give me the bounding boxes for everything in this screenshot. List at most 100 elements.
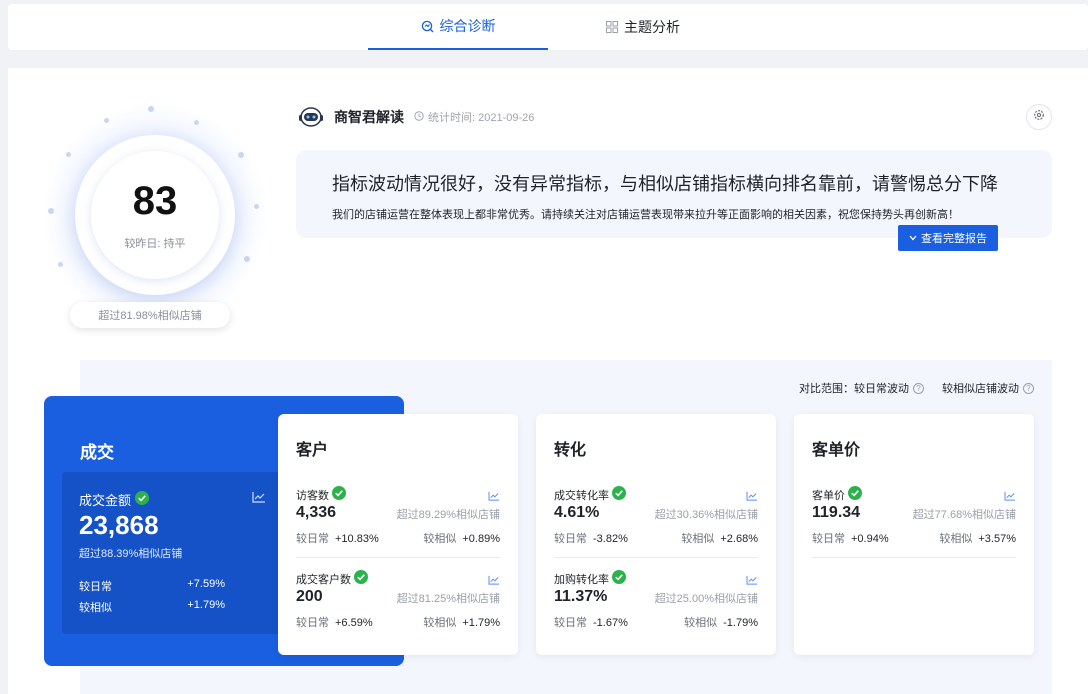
metric-name: 成交客户数	[296, 570, 368, 587]
view-full-report-button[interactable]: 查看完整报告	[898, 225, 998, 251]
metric-label: 访客数	[296, 489, 329, 502]
gauge-dot	[244, 256, 250, 262]
metric-similar: 较相似 +2.68%	[681, 530, 758, 546]
metric-exceed: 超过81.25%相似店铺	[396, 593, 500, 605]
compare-range-similar[interactable]: 较相似店铺波动 ?	[942, 380, 1034, 396]
metric-name: 访客数	[296, 486, 346, 503]
daily-label: 较日常	[296, 617, 329, 629]
daily-value: +0.94%	[851, 533, 889, 545]
metric-name: 客单价	[812, 486, 862, 503]
score-exceed-badge: 超过81.98%相似店铺	[70, 302, 230, 328]
metric-visitors[interactable]: 访客数 4,336 超过89.29%相似店铺 较日常 +10.83% 较相似 +0.…	[296, 484, 500, 558]
metric-similar: 较相似 +3.57%	[939, 530, 1016, 546]
metric-order-conversion[interactable]: 成交转化率 4.61% 超过30.36%相似店铺 较日常 -3.82% 较相似 +2…	[554, 484, 758, 558]
trend-chart-icon[interactable]	[488, 488, 500, 506]
compare-range-label: 对比范围：较日常波动	[799, 383, 909, 395]
tab-topic-analysis[interactable]: 主题分析	[553, 4, 733, 50]
gear-icon	[1033, 108, 1045, 126]
check-circle-icon	[135, 491, 150, 508]
chevron-down-icon	[909, 232, 917, 244]
similar-value: +3.57%	[978, 533, 1016, 545]
metric-label: 成交转化率	[554, 489, 609, 502]
tab-label: 主题分析	[624, 19, 680, 35]
metric-value: 4,336	[296, 504, 337, 521]
daily-label: 较日常	[296, 533, 329, 545]
check-circle-icon	[332, 486, 346, 503]
deal-metric-label: 成交金额	[79, 493, 132, 508]
deal-row-value: +7.59%	[187, 578, 225, 590]
metric-exceed: 超过25.00%相似店铺	[654, 593, 758, 605]
metric-avg-order-value[interactable]: 客单价 119.34 超过77.68%相似店铺 较日常 +0.94% 较相似 +3.…	[812, 484, 1016, 558]
similar-label: 较相似	[423, 617, 457, 629]
check-circle-icon	[612, 486, 626, 503]
avg-order-card: 客单价 客单价 119.34 超过77.68%相似店铺 较日常 +0.94% 较相…	[794, 414, 1034, 655]
daily-value: -3.82%	[593, 533, 628, 545]
compare-range-label: 较相似店铺波动	[942, 383, 1019, 395]
daily-label: 较日常	[554, 617, 587, 629]
metric-exceed: 超过30.36%相似店铺	[654, 509, 758, 521]
check-circle-icon	[848, 486, 862, 503]
score-compare: 较昨日: 持平	[124, 238, 186, 250]
deal-metric[interactable]: 成交金额 23,868 超过88.39%相似店铺 较日常 +7.59% 较相似 …	[62, 472, 298, 634]
similar-label: 较相似	[684, 617, 718, 629]
metric-value: 200	[296, 588, 323, 605]
gauge-center: 83 较昨日: 持平	[91, 151, 219, 279]
deal-row-label: 较日常	[79, 581, 112, 593]
deal-value: 23,868	[79, 510, 159, 540]
daily-value: +6.59%	[335, 617, 373, 629]
metric-similar: 较相似 +0.89%	[423, 530, 500, 546]
insight-headline: 指标波动情况很好，没有异常指标，与相似店铺指标横向排名靠前，请警惕总分下降	[332, 174, 998, 194]
similar-label: 较相似	[681, 533, 715, 545]
daily-value: +10.83%	[335, 533, 379, 545]
daily-label: 较日常	[554, 533, 587, 545]
gauge-dot	[254, 204, 259, 209]
metric-daily: 较日常 -1.67%	[554, 614, 628, 630]
tab-comprehensive-diagnosis[interactable]: 综合诊断	[368, 4, 548, 50]
trend-chart-icon[interactable]	[1004, 488, 1016, 506]
similar-value: +0.89%	[462, 533, 500, 545]
grid-icon	[606, 21, 618, 33]
card-title: 客单价	[812, 442, 861, 459]
trend-chart-icon[interactable]	[252, 490, 266, 508]
deal-exceed: 超过88.39%相似店铺	[79, 548, 183, 560]
trend-chart-icon[interactable]	[488, 572, 500, 590]
trend-chart-icon[interactable]	[746, 488, 758, 506]
deal-row-similar: 较相似 +1.79%	[79, 599, 225, 615]
deal-title: 成交	[80, 443, 114, 462]
similar-value: -1.79%	[723, 617, 758, 629]
insight-source: 商智君解读	[334, 109, 404, 125]
daily-label: 较日常	[812, 533, 845, 545]
similar-label: 较相似	[939, 533, 973, 545]
trend-chart-icon[interactable]	[746, 572, 758, 590]
metric-value: 11.37%	[554, 588, 608, 605]
deal-row-label: 较相似	[79, 602, 112, 614]
metric-paying-customers[interactable]: 成交客户数 200 超过81.25%相似店铺 较日常 +6.59% 较相似 +1.7…	[296, 568, 500, 642]
gauge-dot	[194, 120, 199, 125]
deal-row-daily: 较日常 +7.59%	[79, 578, 225, 594]
metric-similar: 较相似 -1.79%	[684, 614, 758, 630]
insight-header: 商智君解读 统计时间: 2021-09-26	[298, 106, 534, 128]
tab-bar: 综合诊断 主题分析	[8, 4, 1088, 50]
gauge-dot	[238, 152, 244, 158]
compare-range: 对比范围：较日常波动 ? 较相似店铺波动 ?	[799, 380, 1034, 396]
compare-range-daily[interactable]: 对比范围：较日常波动 ?	[799, 380, 924, 396]
metric-label: 客单价	[812, 489, 845, 502]
main-panel: 83 较昨日: 持平 超过81.98%相似店铺 商智君解读 统计时间: 2021…	[8, 68, 1088, 694]
gauge-dot	[104, 118, 109, 123]
metric-exceed: 超过77.68%相似店铺	[912, 509, 1016, 521]
metric-label: 加购转化率	[554, 573, 609, 586]
settings-button[interactable]	[1026, 104, 1052, 130]
similar-value: +1.79%	[462, 617, 500, 629]
customer-card: 客户 访客数 4,336 超过89.29%相似店铺 较日常 +10.83% 较相似…	[278, 414, 518, 655]
similar-label: 较相似	[423, 533, 457, 545]
diagnosis-icon	[421, 20, 434, 33]
tab-label: 综合诊断	[439, 18, 496, 34]
daily-value: -1.67%	[593, 617, 628, 629]
insight-time: 统计时间: 2021-09-26	[428, 112, 535, 124]
check-circle-icon	[612, 570, 626, 587]
clock-icon	[414, 108, 424, 126]
metric-cart-conversion[interactable]: 加购转化率 11.37% 超过25.00%相似店铺 较日常 -1.67% 较相似 -…	[554, 568, 758, 642]
metric-name: 成交转化率	[554, 486, 626, 503]
similar-value: +2.68%	[720, 533, 758, 545]
score-value: 83	[132, 179, 178, 223]
